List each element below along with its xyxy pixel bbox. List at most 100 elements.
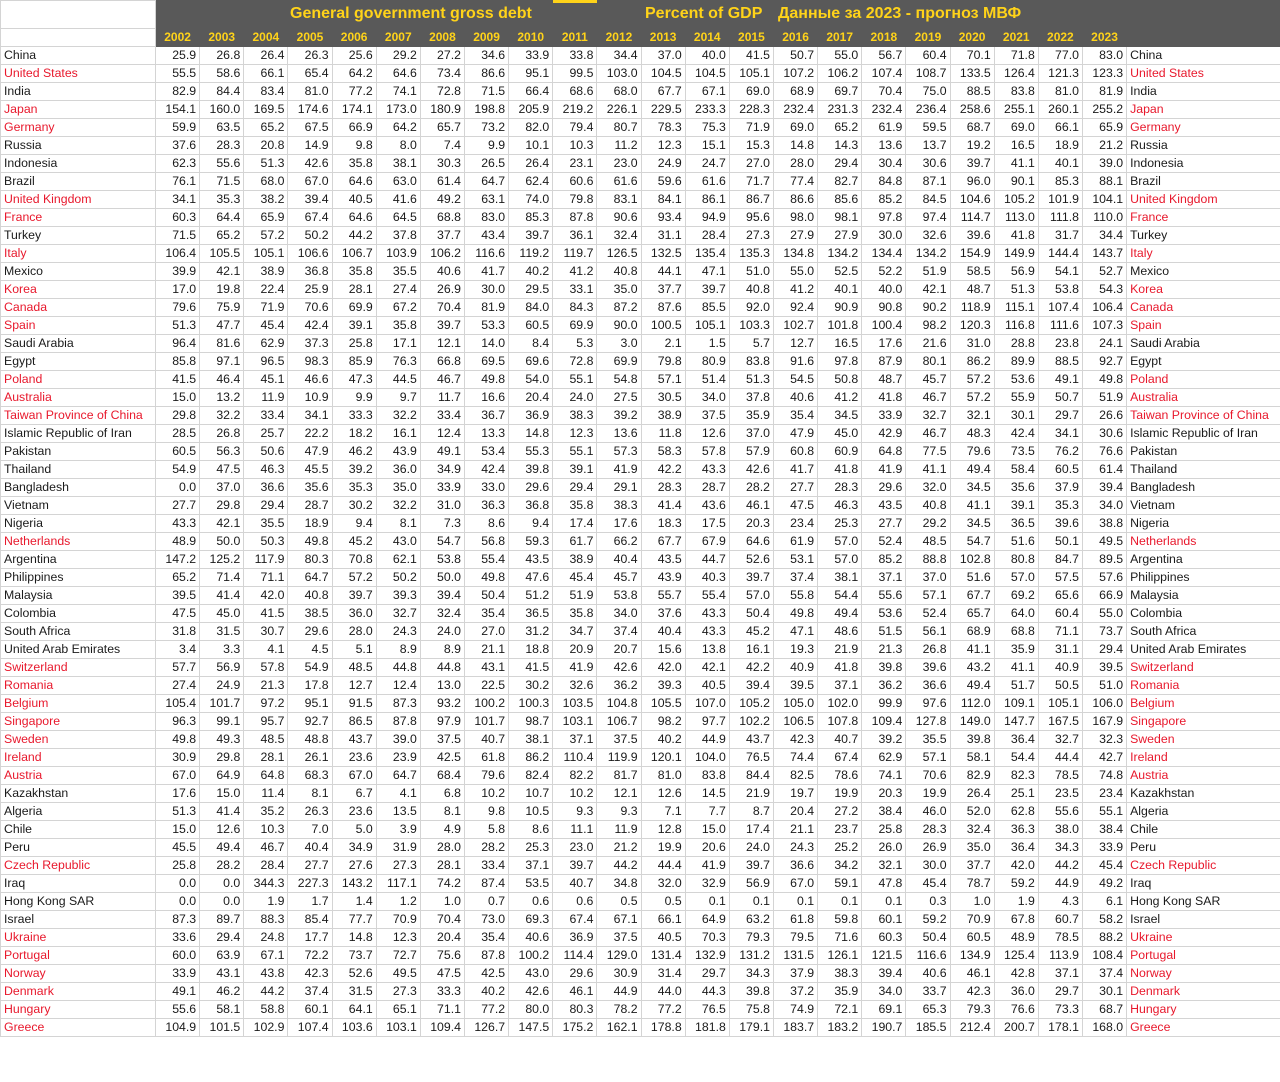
value-cell[interactable]: 67.4	[817, 748, 863, 767]
value-cell[interactable]: 162.1	[596, 1018, 642, 1037]
value-cell[interactable]: 82.3	[993, 766, 1039, 785]
value-cell[interactable]: 52.6	[331, 964, 377, 983]
value-cell[interactable]: 175.2	[552, 1018, 598, 1037]
country-name-repeat-cell[interactable]: Iraq	[1126, 874, 1280, 893]
value-cell[interactable]: 6.1	[1081, 892, 1128, 911]
value-cell[interactable]: 27.3	[375, 856, 421, 875]
value-cell[interactable]: 104.5	[684, 64, 730, 83]
country-name-cell[interactable]: Peru	[0, 838, 156, 857]
value-cell[interactable]: 99.9	[861, 694, 907, 713]
value-cell[interactable]: 72.7	[375, 946, 421, 965]
year-header-cell[interactable]: 2003	[199, 28, 245, 47]
country-name-repeat-cell[interactable]: Australia	[1126, 388, 1280, 407]
value-cell[interactable]: 25.1	[993, 784, 1039, 803]
value-cell[interactable]: 66.2	[596, 532, 642, 551]
value-cell[interactable]: 33.8	[552, 46, 598, 65]
value-cell[interactable]: 25.7	[243, 424, 289, 443]
value-cell[interactable]: 49.4	[199, 838, 245, 857]
value-cell[interactable]: 40.8	[287, 586, 333, 605]
value-cell[interactable]: 49.4	[817, 604, 863, 623]
value-cell[interactable]: 106.4	[154, 244, 201, 263]
value-cell[interactable]: 11.7	[419, 388, 465, 407]
country-name-repeat-cell[interactable]: Spain	[1126, 316, 1280, 335]
value-cell[interactable]: 67.0	[287, 172, 333, 191]
value-cell[interactable]: 83.0	[463, 208, 510, 227]
value-cell[interactable]: 37.6	[640, 604, 686, 623]
value-cell[interactable]: 67.1	[243, 946, 289, 965]
value-cell[interactable]: 34.1	[287, 406, 333, 425]
value-cell[interactable]: 39.7	[949, 154, 995, 173]
value-cell[interactable]: 70.8	[331, 550, 377, 569]
value-cell[interactable]: 84.1	[640, 190, 686, 209]
value-cell[interactable]: 24.1	[1081, 334, 1128, 353]
value-cell[interactable]: 106.2	[817, 64, 863, 83]
value-cell[interactable]: 105.2	[993, 190, 1039, 209]
value-cell[interactable]: 37.5	[684, 406, 730, 425]
country-name-cell[interactable]: China	[0, 46, 156, 65]
value-cell[interactable]: 40.7	[817, 730, 863, 749]
value-cell[interactable]: 57.0	[993, 568, 1039, 587]
value-cell[interactable]: 33.1	[552, 280, 598, 299]
value-cell[interactable]: 143.7	[1081, 244, 1128, 263]
value-cell[interactable]: 39.3	[640, 676, 686, 695]
value-cell[interactable]: 39.7	[419, 316, 465, 335]
value-cell[interactable]: 51.4	[684, 370, 730, 389]
value-cell[interactable]: 50.4	[463, 586, 510, 605]
country-name-repeat-cell[interactable]: Korea	[1126, 280, 1280, 299]
value-cell[interactable]: 44.0	[640, 982, 686, 1001]
value-cell[interactable]: 12.3	[552, 424, 598, 443]
value-cell[interactable]: 19.3	[772, 640, 819, 659]
value-cell[interactable]: 46.3	[243, 460, 289, 479]
value-cell[interactable]: 40.2	[508, 262, 554, 281]
value-cell[interactable]: 43.1	[463, 658, 510, 677]
value-cell[interactable]: 49.2	[1081, 874, 1128, 893]
country-name-repeat-cell[interactable]: Czech Republic	[1126, 856, 1280, 875]
value-cell[interactable]: 67.2	[375, 298, 421, 317]
value-cell[interactable]: 51.3	[243, 154, 289, 173]
value-cell[interactable]: 13.3	[463, 424, 510, 443]
value-cell[interactable]: 0.0	[199, 874, 245, 893]
value-cell[interactable]: 78.2	[596, 1000, 642, 1019]
value-cell[interactable]: 30.1	[993, 406, 1039, 425]
value-cell[interactable]: 66.9	[331, 118, 377, 137]
country-name-cell[interactable]: South Africa	[0, 622, 156, 641]
value-cell[interactable]: 147.5	[508, 1018, 554, 1037]
value-cell[interactable]: 116.6	[905, 946, 951, 965]
value-cell[interactable]: 64.7	[287, 568, 333, 587]
value-cell[interactable]: 39.8	[508, 460, 554, 479]
value-cell[interactable]: 16.1	[728, 640, 774, 659]
value-cell[interactable]: 37.5	[419, 730, 465, 749]
value-cell[interactable]: 39.4	[728, 676, 774, 695]
value-cell[interactable]: 64.6	[331, 172, 377, 191]
value-cell[interactable]: 27.2	[419, 46, 465, 65]
value-cell[interactable]: 1.9	[243, 892, 289, 911]
value-cell[interactable]: 86.6	[463, 64, 510, 83]
country-name-repeat-cell[interactable]: Peru	[1126, 838, 1280, 857]
value-cell[interactable]: 39.2	[596, 406, 642, 425]
value-cell[interactable]: 39.5	[1081, 658, 1128, 677]
year-header-cell[interactable]: 2002	[154, 28, 201, 47]
value-cell[interactable]: 28.8	[993, 334, 1039, 353]
value-cell[interactable]: 49.1	[154, 982, 201, 1001]
value-cell[interactable]: 39.8	[949, 730, 995, 749]
value-cell[interactable]: 119.7	[552, 244, 598, 263]
value-cell[interactable]: 9.9	[463, 136, 510, 155]
value-cell[interactable]: 154.1	[154, 100, 201, 119]
value-cell[interactable]: 31.2	[508, 622, 554, 641]
value-cell[interactable]: 57.1	[640, 370, 686, 389]
country-name-repeat-cell[interactable]: Islamic Republic of Iran	[1126, 424, 1280, 443]
value-cell[interactable]: 41.1	[949, 496, 995, 515]
value-cell[interactable]: 97.9	[419, 712, 465, 731]
value-cell[interactable]: 198.8	[463, 100, 510, 119]
value-cell[interactable]: 36.5	[993, 514, 1039, 533]
value-cell[interactable]: 80.0	[508, 1000, 554, 1019]
value-cell[interactable]: 40.6	[419, 262, 465, 281]
value-cell[interactable]: 47.7	[199, 316, 245, 335]
value-cell[interactable]: 27.4	[154, 676, 201, 695]
value-cell[interactable]: 25.8	[861, 820, 907, 839]
value-cell[interactable]: 27.7	[772, 478, 819, 497]
value-cell[interactable]: 32.7	[375, 604, 421, 623]
value-cell[interactable]: 41.9	[684, 856, 730, 875]
value-cell[interactable]: 41.2	[772, 280, 819, 299]
value-cell[interactable]: 51.3	[154, 802, 201, 821]
